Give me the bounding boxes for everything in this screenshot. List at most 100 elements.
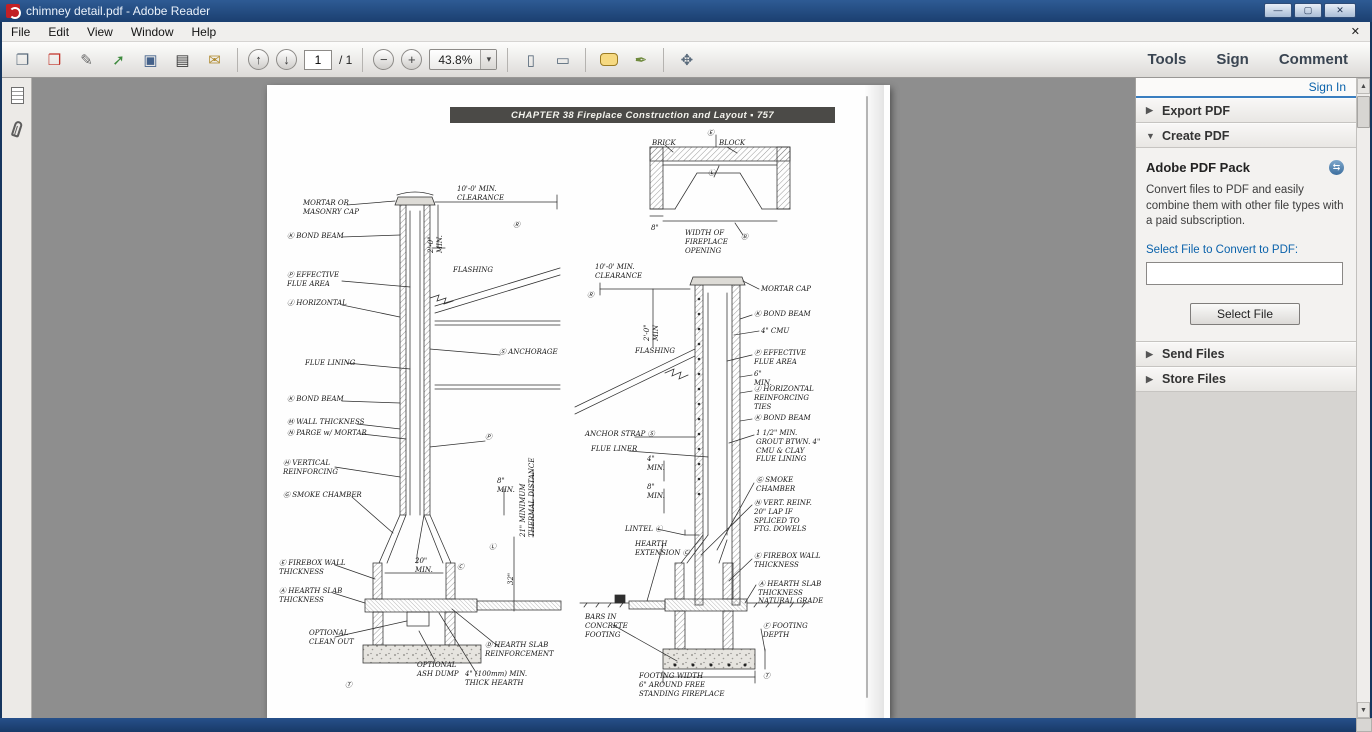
section-send-files[interactable]: ▶ Send Files xyxy=(1136,341,1356,367)
open-icon[interactable]: ❐ xyxy=(10,48,35,72)
fullscreen-icon[interactable]: ✥ xyxy=(674,48,699,72)
sign-in-link[interactable]: Sign In xyxy=(1309,80,1346,94)
drawing-label: Ⓔ FIREBOX WALL THICKNESS xyxy=(754,552,821,569)
drawing-label: NATURAL GRADE xyxy=(758,597,824,605)
select-file-label: Select File to Convert to PDF: xyxy=(1146,243,1299,256)
page-thumbnails-button[interactable] xyxy=(2,78,32,112)
drawing-label: FLUE LINING xyxy=(305,359,356,367)
email-icon[interactable]: ✉ xyxy=(202,48,227,72)
chevron-right-icon: ▶ xyxy=(1146,373,1153,384)
drawing-label: Ⓡ xyxy=(587,291,594,299)
drawing-label: BLOCK xyxy=(719,139,746,147)
tools-button[interactable]: Tools xyxy=(1147,51,1186,68)
previous-page-button[interactable]: ↑ xyxy=(248,49,269,70)
fit-page-icon[interactable]: ▯ xyxy=(518,48,543,72)
drawing-label: Ⓝ PARGE w/ MORTAR xyxy=(287,429,367,437)
minimize-button[interactable]: — xyxy=(1264,3,1292,18)
drawing-label: Ⓛ xyxy=(708,169,715,177)
create-pdf-icon[interactable]: ❒ xyxy=(42,48,67,72)
section-create-pdf[interactable]: ▼ Create PDF xyxy=(1136,123,1356,148)
vertical-scrollbar[interactable]: ▲ ▼ xyxy=(1356,78,1370,718)
drawing-label: 8" xyxy=(651,224,659,232)
pdf-pack-description: Convert files to PDF and easily combine … xyxy=(1146,184,1344,228)
share-icon[interactable]: ➚ xyxy=(106,48,131,72)
drawing-label: Ⓣ xyxy=(763,672,770,680)
maximize-button[interactable]: ▢ xyxy=(1294,3,1322,18)
menu-view[interactable]: View xyxy=(78,23,122,41)
toolbar-separator xyxy=(362,47,364,72)
attachments-button[interactable] xyxy=(2,112,32,146)
drawing-label: BRICK xyxy=(652,139,676,147)
toolbar-separator xyxy=(237,47,238,72)
section-label: Export PDF xyxy=(1162,103,1231,118)
drawing-label: Ⓟ xyxy=(485,433,492,441)
drawing-label: Ⓖ SMOKE CHAMBER xyxy=(283,491,362,499)
zoom-value: 43.8% xyxy=(438,52,473,67)
menu-edit[interactable]: Edit xyxy=(39,23,78,41)
paperclip-icon xyxy=(10,120,24,138)
pdf-page: CHAPTER 38 Fireplace Construction and La… xyxy=(267,85,890,718)
window-controls: — ▢ ✕ xyxy=(1264,3,1356,18)
drawing-label: Ⓚ BOND BEAM xyxy=(754,310,811,318)
drawing-label: WIDTH OF FIREPLACE OPENING xyxy=(685,229,728,255)
drawing-label: LINTEL Ⓛ xyxy=(625,525,663,533)
close-button[interactable]: ✕ xyxy=(1324,3,1356,18)
next-page-button[interactable]: ↓ xyxy=(276,49,297,70)
page-number-input[interactable] xyxy=(304,49,332,70)
menu-help[interactable]: Help xyxy=(183,23,226,41)
drawing-label: Ⓒ xyxy=(457,563,464,571)
drawing-label: Ⓚ BOND BEAM xyxy=(287,232,344,240)
zoom-level-select[interactable]: 43.8% ▾ xyxy=(429,49,498,70)
drawing-labels: MORTAR OR MASONRY CAP Ⓚ BOND BEAM Ⓟ EFFECT… xyxy=(267,85,890,718)
fit-width-icon[interactable]: ▭ xyxy=(550,48,575,72)
drawing-label: 1 1/2" MIN. GROUT BTWN. 4" CMU & CLAY FL… xyxy=(756,429,821,464)
chevron-right-icon: ▶ xyxy=(1146,105,1153,115)
comment-bubble-icon[interactable] xyxy=(596,48,621,72)
signature-pen-icon[interactable]: ✒ xyxy=(628,48,653,72)
adobe-pdf-pack-title: Adobe PDF Pack xyxy=(1146,160,1251,175)
menu-bar: File Edit View Window Help ✕ xyxy=(2,22,1370,42)
drawing-label: Ⓑ xyxy=(741,233,748,241)
toolbar-right-buttons: Tools Sign Comment xyxy=(1147,51,1362,68)
chevron-right-icon: ▶ xyxy=(1146,348,1153,359)
drawing-label: Ⓙ HORIZONTAL xyxy=(287,299,347,307)
drawing-label: HEARTH EXTENSION Ⓒ xyxy=(635,540,690,557)
drawing-label: Ⓓ HEARTH SLAB REINFORCEMENT xyxy=(485,641,554,658)
convert-file-input[interactable] xyxy=(1146,261,1343,285)
toolbar-separator xyxy=(507,47,509,72)
drawing-label: 4" MIN. xyxy=(647,455,665,472)
drawing-label: Ⓐ HEARTH SLAB THICKNESS xyxy=(279,587,343,604)
sign-button[interactable]: Sign xyxy=(1216,51,1249,68)
scroll-down-button[interactable]: ▼ xyxy=(1357,702,1370,718)
drawing-label: ANCHOR STRAP Ⓢ xyxy=(585,430,655,438)
section-store-files[interactable]: ▶ Store Files xyxy=(1136,366,1356,392)
drawing-label: 2'-0" MIN xyxy=(643,324,660,341)
document-canvas[interactable]: CHAPTER 38 Fireplace Construction and La… xyxy=(32,78,1135,718)
drawing-label: BARS IN CONCRETE FOOTING xyxy=(585,613,628,639)
comment-button[interactable]: Comment xyxy=(1279,51,1348,68)
pdf-pack-icon[interactable]: ⇆ xyxy=(1329,160,1344,175)
scroll-up-button[interactable]: ▲ xyxy=(1357,78,1370,94)
fill-sign-icon[interactable]: ✎ xyxy=(74,48,99,72)
drawing-label: FLUE LINER xyxy=(591,445,638,453)
select-file-button[interactable]: Select File xyxy=(1190,302,1300,325)
drawing-label: MORTAR OR MASONRY CAP xyxy=(303,199,359,216)
drawing-label: Ⓕ FOOTING DEPTH xyxy=(763,622,808,639)
drawing-label: Ⓗ VERTICAL REINFORCING xyxy=(283,459,338,476)
drawing-label: 4" CMU xyxy=(761,327,790,335)
menu-file[interactable]: File xyxy=(2,23,39,41)
scrollbar-corner xyxy=(1356,718,1372,732)
sign-in-row: Sign In xyxy=(1136,78,1356,98)
scrollbar-thumb[interactable] xyxy=(1357,96,1370,128)
print-icon[interactable]: ▤ xyxy=(170,48,195,72)
section-export-pdf[interactable]: ▶ Export PDF xyxy=(1136,98,1356,123)
chevron-down-icon: ▼ xyxy=(1146,130,1155,141)
save-icon[interactable]: ▣ xyxy=(138,48,163,72)
zoom-out-button[interactable]: − xyxy=(373,49,395,70)
zoom-in-button[interactable]: + xyxy=(401,49,423,70)
close-document-icon[interactable]: ✕ xyxy=(1341,25,1370,38)
chevron-down-icon[interactable]: ▾ xyxy=(480,50,497,69)
drawing-label: 20" MIN. xyxy=(415,557,433,574)
menu-window[interactable]: Window xyxy=(122,23,183,41)
drawing-label: Ⓟ EFFECTIVE FLUE AREA xyxy=(287,271,340,288)
